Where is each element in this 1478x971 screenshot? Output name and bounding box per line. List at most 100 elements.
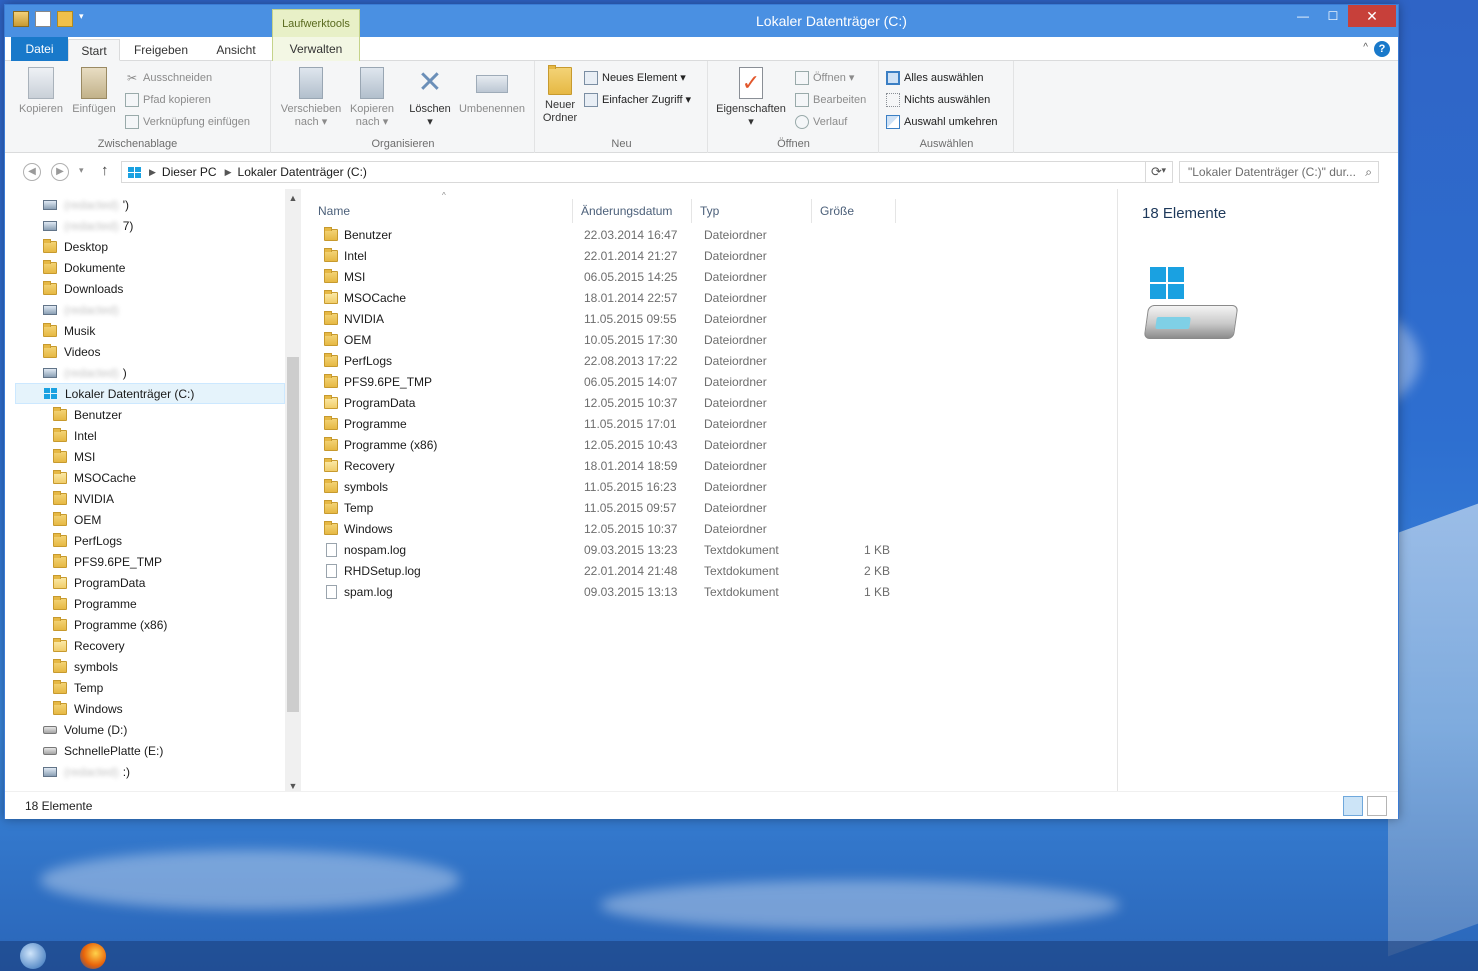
minimize-button[interactable]: —: [1288, 5, 1318, 27]
cut-button[interactable]: ✂ Ausschneiden: [125, 69, 212, 87]
nav-tree-item[interactable]: (redacted):): [15, 761, 285, 782]
file-row[interactable]: Benutzer 22.03.2014 16:47 Dateiordner: [318, 225, 908, 246]
select-none-button[interactable]: Nichts auswählen: [886, 91, 990, 109]
tab-manage[interactable]: Verwalten: [272, 37, 360, 61]
file-row[interactable]: MSI 06.05.2015 14:25 Dateiordner: [318, 267, 908, 288]
search-icon[interactable]: ⌕: [1365, 165, 1372, 180]
file-row[interactable]: OEM 10.05.2015 17:30 Dateiordner: [318, 330, 908, 351]
search-input[interactable]: "Lokaler Datenträger (C:)" dur... ⌕: [1179, 161, 1379, 183]
new-item-button[interactable]: Neues Element ▾: [584, 69, 686, 87]
tab-share[interactable]: Freigeben: [129, 39, 193, 61]
scroll-down-icon[interactable]: ▼: [285, 781, 301, 791]
file-row[interactable]: RHDSetup.log 22.01.2014 21:48 Textdokument…: [318, 561, 908, 582]
help-icon[interactable]: ?: [1374, 41, 1390, 57]
nav-tree-item[interactable]: Volume (D:): [15, 719, 285, 740]
nav-tree-item[interactable]: Programme (x86): [15, 614, 285, 635]
nav-tree-item[interactable]: SchnellePlatte (E:): [15, 740, 285, 761]
nav-tree-item[interactable]: Intel: [15, 425, 285, 446]
scroll-up-icon[interactable]: ▲: [285, 193, 301, 203]
nav-tree-item[interactable]: (redacted)): [15, 362, 285, 383]
move-to-button[interactable]: Verschieben nach ▾: [278, 67, 344, 129]
file-row[interactable]: symbols 11.05.2015 16:23 Dateiordner: [318, 477, 908, 498]
file-row[interactable]: Intel 22.01.2014 21:27 Dateiordner: [318, 246, 908, 267]
column-header-date[interactable]: Änderungsdatum: [572, 199, 692, 223]
file-row[interactable]: Temp 11.05.2015 09:57 Dateiordner: [318, 498, 908, 519]
nav-tree-item[interactable]: Desktop: [15, 236, 285, 257]
file-row[interactable]: Programme 11.05.2015 17:01 Dateiordner: [318, 414, 908, 435]
nav-tree-item[interactable]: Lokaler Datenträger (C:): [15, 383, 285, 404]
refresh-button[interactable]: ⟳: [1145, 161, 1167, 183]
file-row[interactable]: Recovery 18.01.2014 18:59 Dateiordner: [318, 456, 908, 477]
nav-tree-item[interactable]: PFS9.6PE_TMP: [15, 551, 285, 572]
title-bar[interactable]: ▾ Laufwerktools Lokaler Datenträger (C:)…: [5, 5, 1398, 37]
nav-tree-item[interactable]: Recovery: [15, 635, 285, 656]
nav-pane-scrollbar[interactable]: ▲ ▼: [285, 189, 301, 793]
copy-path-button[interactable]: Pfad kopieren: [125, 91, 211, 109]
paste-shortcut-button[interactable]: Verknüpfung einfügen: [125, 113, 250, 131]
column-header-size[interactable]: Größe: [812, 199, 896, 223]
tab-start[interactable]: Start: [68, 39, 120, 61]
nav-tree-item[interactable]: Benutzer: [15, 404, 285, 425]
recent-locations-icon[interactable]: ▾: [79, 165, 84, 176]
invert-selection-button[interactable]: Auswahl umkehren: [886, 113, 998, 131]
new-folder-button[interactable]: Neuer Ordner: [540, 65, 580, 125]
file-row[interactable]: spam.log 09.03.2015 13:13 Textdokument 1 KB: [318, 582, 908, 603]
breadcrumb-separator-icon[interactable]: ▶: [225, 167, 232, 178]
nav-tree-item[interactable]: Videos: [15, 341, 285, 362]
collapse-ribbon-icon[interactable]: ^: [1363, 42, 1368, 53]
breadcrumb-this-pc[interactable]: Dieser PC: [162, 165, 217, 179]
file-row[interactable]: MSOCache 18.01.2014 22:57 Dateiordner: [318, 288, 908, 309]
properties-button[interactable]: ✓ Eigenschaften ▾: [711, 67, 791, 129]
details-view-button[interactable]: [1343, 796, 1363, 816]
thunderbird-icon[interactable]: [20, 943, 50, 971]
file-row[interactable]: PFS9.6PE_TMP 06.05.2015 14:07 Dateiordner: [318, 372, 908, 393]
nav-tree-item[interactable]: OEM: [15, 509, 285, 530]
file-row[interactable]: Windows 12.05.2015 10:37 Dateiordner: [318, 519, 908, 540]
nav-tree-item[interactable]: MSOCache: [15, 467, 285, 488]
file-row[interactable]: Programme (x86) 12.05.2015 10:43 Dateiordn…: [318, 435, 908, 456]
nav-tree-item[interactable]: (redacted) 7): [15, 215, 285, 236]
file-row[interactable]: NVIDIA 11.05.2015 09:55 Dateiordner: [318, 309, 908, 330]
back-button[interactable]: ◀: [23, 163, 41, 181]
maximize-button[interactable]: ☐: [1318, 5, 1348, 27]
nav-tree-item[interactable]: Windows: [15, 698, 285, 719]
nav-tree-item[interactable]: (redacted) '): [15, 194, 285, 215]
select-all-button[interactable]: Alles auswählen: [886, 69, 984, 87]
up-button[interactable]: ↑: [101, 162, 109, 179]
edit-button[interactable]: Bearbeiten: [795, 91, 866, 109]
nav-tree-item[interactable]: MSI: [15, 446, 285, 467]
breadcrumb-separator-icon[interactable]: ▶: [149, 167, 156, 178]
address-bar[interactable]: ▶ Dieser PC ▶ Lokaler Datenträger (C:) ▾: [121, 161, 1173, 183]
nav-tree-item[interactable]: Programme: [15, 593, 285, 614]
paste-button[interactable]: Einfügen: [69, 67, 119, 116]
copy-to-button[interactable]: Kopieren nach ▾: [344, 67, 400, 129]
scrollbar-thumb[interactable]: [287, 357, 299, 712]
file-row[interactable]: ProgramData 12.05.2015 10:37 Dateiordner: [318, 393, 908, 414]
large-icons-view-button[interactable]: [1367, 796, 1387, 816]
nav-tree-item[interactable]: Dokumente: [15, 257, 285, 278]
rename-button[interactable]: Umbenennen: [456, 67, 528, 116]
close-button[interactable]: ✕: [1348, 5, 1396, 27]
breadcrumb-drive-c[interactable]: Lokaler Datenträger (C:): [238, 165, 367, 179]
tab-file[interactable]: Datei: [11, 37, 68, 61]
nav-tree-item[interactable]: Downloads: [15, 278, 285, 299]
delete-button[interactable]: ✕ Löschen ▾: [404, 67, 456, 129]
column-header-name[interactable]: Name: [310, 199, 572, 223]
nav-tree-item[interactable]: Temp: [15, 677, 285, 698]
nav-tree-item[interactable]: Musik: [15, 320, 285, 341]
column-header-type[interactable]: Typ: [692, 199, 812, 223]
nav-tree-item[interactable]: ProgramData: [15, 572, 285, 593]
easy-access-button[interactable]: Einfacher Zugriff ▾: [584, 91, 691, 109]
copy-button[interactable]: Kopieren: [17, 67, 65, 116]
nav-tree-item[interactable]: NVIDIA: [15, 488, 285, 509]
file-row[interactable]: PerfLogs 22.08.2013 17:22 Dateiordner: [318, 351, 908, 372]
nav-tree-item[interactable]: (redacted): [15, 299, 285, 320]
nav-tree-item[interactable]: symbols: [15, 656, 285, 677]
file-row[interactable]: nospam.log 09.03.2015 13:23 Textdokument 1 …: [318, 540, 908, 561]
nav-tree-item[interactable]: PerfLogs: [15, 530, 285, 551]
history-button[interactable]: Verlauf: [795, 113, 847, 131]
tab-view[interactable]: Ansicht: [205, 39, 267, 61]
forward-button[interactable]: ▶: [51, 163, 69, 181]
firefox-icon[interactable]: [80, 943, 110, 971]
open-button[interactable]: Öffnen ▾: [795, 69, 854, 87]
